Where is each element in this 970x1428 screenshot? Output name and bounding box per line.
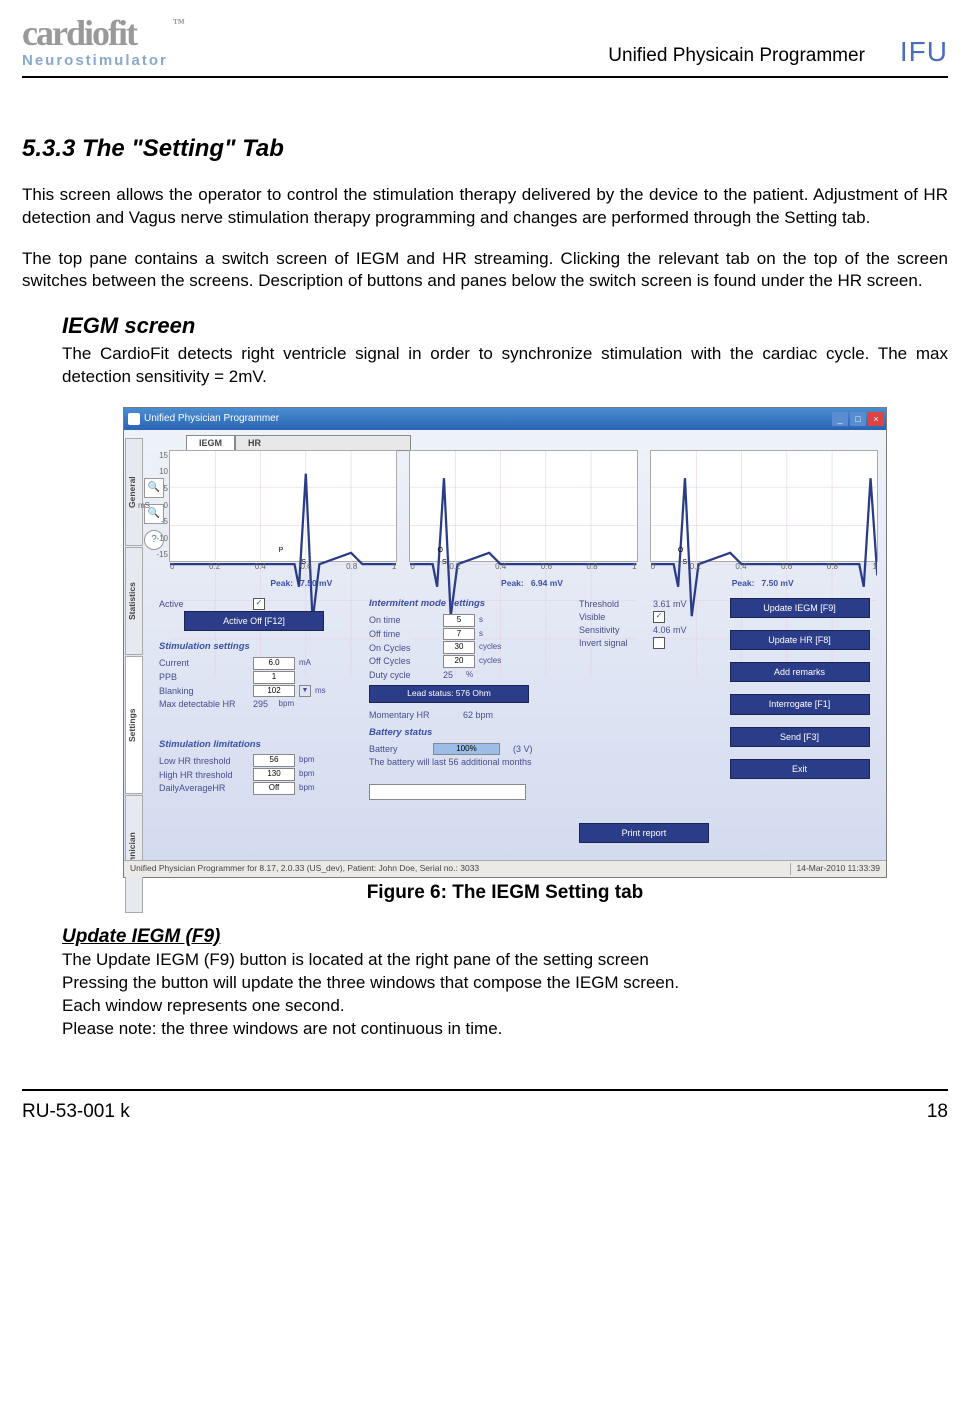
para-2: The top pane contains a switch screen of… [22,248,948,294]
high-hr-input[interactable]: 130 [253,768,295,781]
logo: cardiofit™ Neurostimulator [22,15,168,71]
update-hr-button[interactable]: Update HR [F8] [730,630,870,650]
logo-sub: Neurostimulator [22,51,168,71]
close-icon[interactable]: × [868,412,884,426]
page-number: 18 [927,1099,948,1125]
visible-checkbox[interactable]: ✓ [653,611,665,623]
blanking-input[interactable]: 102 [253,685,295,698]
send-button[interactable]: Send [F3] [730,727,870,747]
exit-button[interactable]: Exit [730,759,870,779]
tab-statistics[interactable]: Statistics [125,547,143,655]
battery-bar: 100% [433,743,500,755]
tab-iegm[interactable]: IEGM [186,435,235,451]
iegm-plot-2: 00.20.40.60.81 O S [409,450,637,562]
figure-caption: Figure 6: The IEGM Setting tab [62,880,948,906]
intermittent-panel: Intermitent mode settings On time5s Off … [369,598,567,853]
doc-title: Unified Physicain Programmer [608,43,865,69]
active-off-button[interactable]: Active Off [F12] [184,611,324,631]
add-remarks-button[interactable]: Add remarks [730,662,870,682]
app-icon [128,413,140,425]
para-1: This screen allows the operator to contr… [22,184,948,230]
status-date: 14-Mar-2010 11:33:39 [790,863,880,874]
trademark-icon: ™ [173,17,183,29]
avg-hr-input[interactable]: Off [253,782,295,795]
window-title: Unified Physician Programmer [128,412,279,426]
ppb-input[interactable]: 1 [253,671,295,684]
status-info: Unified Physician Programmer for 8.17, 2… [130,863,479,874]
off-cycles-input[interactable]: 20 [443,655,475,668]
stimulation-panel: Active✓ Active Off [F12] Stimulation set… [159,598,357,853]
tab-general[interactable]: General [125,438,143,546]
iegm-subtitle: IEGM screen [62,311,948,341]
update-iegm-button[interactable]: Update IEGM [F9] [730,598,870,618]
y-ticks: 151050-5-10-15 [148,451,168,561]
peak-row: Peak: 7.50 mV Peak: 6.94 mV Peak: 7.50 m… [186,578,878,589]
invert-checkbox[interactable] [653,637,665,649]
figure-screenshot: Unified Physician Programmer _ □ × Gener… [123,407,887,878]
window-controls: _ □ × [832,412,884,426]
window-titlebar: Unified Physician Programmer _ □ × [124,408,886,430]
lead-status-button[interactable]: Lead status: 576 Ohm [369,685,529,702]
on-cycles-input[interactable]: 30 [443,641,475,654]
logo-main: cardiofit™ [22,15,168,51]
low-hr-input[interactable]: 56 [253,754,295,767]
doc-header: cardiofit™ Neurostimulator Unified Physi… [22,0,948,78]
tab-settings[interactable]: Settings [125,656,143,794]
update-iegm-l1: The Update IEGM (F9) button is located a… [62,949,948,972]
doc-footer: RU-53-001 k 18 [22,1089,948,1125]
doc-id: RU-53-001 k [22,1099,130,1125]
off-time-input[interactable]: 7 [443,628,475,641]
maximize-icon[interactable]: □ [850,412,866,426]
ifu-label: IFU [900,33,948,71]
dropdown-icon[interactable]: ▼ [299,685,311,696]
print-report-button[interactable]: Print report [579,823,709,843]
section-title: 5.3.3 The "Setting" Tab [22,133,948,165]
current-input[interactable]: 6.0 [253,657,295,670]
tab-hr[interactable]: HR [235,435,411,451]
progress-bar [369,784,526,800]
tab-technician[interactable]: Technician [125,795,143,913]
header-right: Unified Physicain Programmer IFU [608,33,948,71]
statusbar: Unified Physician Programmer for 8.17, 2… [124,860,886,877]
update-iegm-l2: Pressing the button will update the thre… [62,972,948,995]
threshold-panel: Threshold3.61 mV Visible✓ Sensitivity4.0… [579,598,718,853]
update-iegm-subtitle: Update IEGM (F9) [62,924,948,950]
update-iegm-l4: Please note: the three windows are not c… [62,1018,948,1041]
update-iegm-l3: Each window represents one second. [62,995,948,1018]
active-checkbox[interactable]: ✓ [253,598,265,610]
interrogate-button[interactable]: Interrogate [F1] [730,694,870,714]
minimize-icon[interactable]: _ [832,412,848,426]
iegm-text: The CardioFit detects right ventricle si… [62,343,948,389]
iegm-plot-3: 00.20.40.60.81 O S [650,450,878,562]
action-buttons: Update IEGM [F9] Update HR [F8] Add rema… [730,598,878,853]
on-time-input[interactable]: 5 [443,614,475,627]
iegm-plot-1: mS 151050-5-10-15 00.20.40.60.81 [169,450,397,562]
